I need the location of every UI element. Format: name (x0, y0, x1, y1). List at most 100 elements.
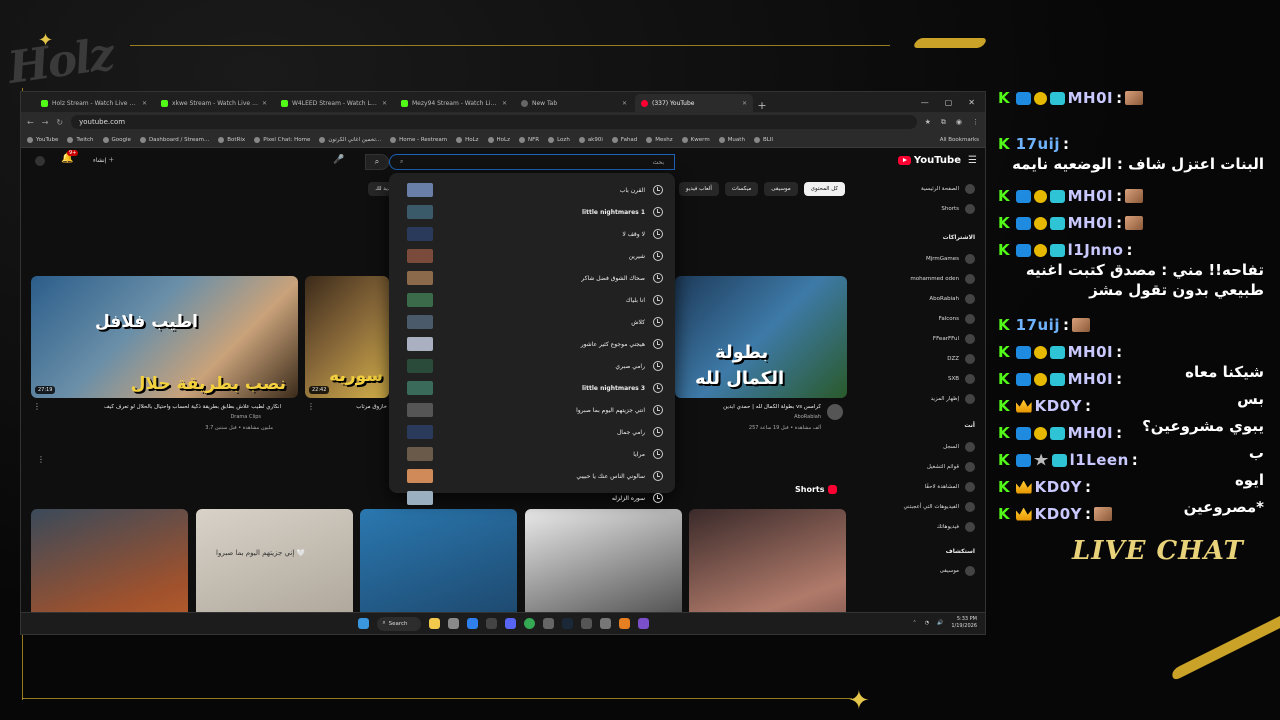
browser-tab[interactable]: (337) YouTube ✕ (635, 94, 753, 112)
sidebar-show-more[interactable]: إظهار المزيد (931, 394, 975, 404)
you-header[interactable]: أنت (964, 422, 975, 429)
sidebar-subscription[interactable]: MjrmGames (926, 254, 975, 264)
search-suggestion[interactable]: little nightmares 1 (389, 201, 675, 223)
store-icon[interactable] (447, 618, 459, 629)
menu-icon[interactable]: ⋮ (972, 118, 979, 127)
chat-username[interactable]: MH0I (1068, 88, 1114, 108)
bookmark-item[interactable]: HoLz (456, 136, 479, 143)
create-button[interactable]: إنشاء ＋ (93, 155, 114, 164)
sidebar-subscription[interactable]: FFearFFul (933, 334, 975, 344)
chat-username[interactable]: MH0I (1068, 213, 1114, 233)
search-suggestion[interactable]: سوره الزلزله (389, 487, 675, 509)
profile-icon[interactable]: ◉ (956, 118, 962, 127)
extensions-icon[interactable]: ⧉ (941, 118, 946, 127)
app-icon[interactable] (485, 618, 497, 629)
video-channel[interactable]: Drama Clips (141, 414, 261, 420)
browser-tab[interactable]: xkwe Stream - Watch Live on Ki ✕ (155, 94, 273, 112)
search-suggestion[interactable]: القرن باب (389, 179, 675, 201)
bookmark-item[interactable]: BotRix (218, 136, 245, 143)
category-chip[interactable]: ألعاب فيديو (678, 182, 719, 196)
bookmark-item[interactable]: تخمين اغاني الكرتون... (319, 136, 381, 143)
chat-username[interactable]: KD0Y (1035, 396, 1082, 416)
app-icon[interactable] (618, 618, 630, 629)
chat-username[interactable]: 17uij (1016, 315, 1060, 335)
search-suggestion[interactable]: little nightmares 3 (389, 377, 675, 399)
sidebar-item[interactable]: الصفحة الرئيسية (921, 184, 975, 194)
search-suggestion[interactable]: شيرين (389, 245, 675, 267)
sidebar-subscription[interactable]: SXB (948, 374, 975, 384)
minimize-icon[interactable]: — (921, 98, 929, 107)
bookmark-item[interactable]: YouTube (27, 136, 58, 143)
bookmark-item[interactable]: Home - Restream (390, 136, 447, 143)
maximize-icon[interactable]: ▢ (945, 98, 953, 107)
tab-close-icon[interactable]: ✕ (622, 100, 627, 107)
sidebar-you-item[interactable]: المشاهدة لاحقًا (925, 482, 975, 492)
all-bookmarks[interactable]: All Bookmarks (940, 137, 979, 143)
chat-username[interactable]: l1Jnno (1068, 240, 1124, 260)
bookmark-item[interactable]: Muath (718, 136, 745, 143)
sidebar-explore-item[interactable]: موسيقى (940, 566, 975, 576)
category-chip[interactable]: موسيقى (764, 182, 798, 196)
bookmark-item[interactable]: Lozh (548, 136, 570, 143)
browser-tab[interactable]: New Tab ✕ (515, 94, 633, 112)
bookmark-item[interactable]: ak90i (578, 136, 603, 143)
chat-username[interactable]: KD0Y (1035, 504, 1082, 524)
more-options-icon[interactable]: ⋮ (33, 402, 41, 411)
browser-tab[interactable]: W4LEED Stream - Watch Live on ✕ (275, 94, 393, 112)
tab-close-icon[interactable]: ✕ (142, 100, 147, 107)
bookmark-item[interactable]: NFR (518, 136, 539, 143)
search-suggestion[interactable]: هيجني موجوع كثير عاشور (389, 333, 675, 355)
bookmark-item[interactable]: Pixel Chat: Home (254, 136, 310, 143)
search-suggestion[interactable]: كلاش (389, 311, 675, 333)
video-thumbnail[interactable]: بطولة الكمال لله (675, 276, 847, 398)
back-icon[interactable]: ← (27, 118, 34, 127)
subscriptions-header[interactable]: الاشتراكات (943, 234, 975, 241)
chat-username[interactable]: MH0I (1068, 423, 1114, 443)
new-tab-button[interactable]: + (755, 99, 769, 112)
account-avatar[interactable] (35, 156, 45, 166)
app-icon[interactable] (580, 618, 592, 629)
sidebar-subscription[interactable]: mohammed oden (910, 274, 975, 284)
file-explorer-icon[interactable] (428, 618, 440, 629)
search-suggestion[interactable]: انتي جزيتهم اليوم بما صبروا (389, 399, 675, 421)
video-thumbnail[interactable]: سوريه 22:42 (305, 276, 389, 398)
bookmark-item[interactable]: Twitch (67, 136, 94, 143)
chat-username[interactable]: KD0Y (1035, 477, 1082, 497)
steam-icon[interactable] (561, 618, 573, 629)
tray-arrow-icon[interactable]: ⌃ (913, 620, 917, 626)
search-suggestion[interactable]: مرايا (389, 443, 675, 465)
sidebar-subscription[interactable]: DZZ (947, 354, 975, 364)
search-suggestion[interactable]: صحاك الشوق فضل شاكر (389, 267, 675, 289)
start-icon[interactable] (357, 618, 369, 629)
youtube-logo[interactable]: YouTube (897, 155, 961, 166)
app-icon[interactable] (637, 618, 649, 629)
chrome-icon[interactable] (523, 618, 535, 629)
video-channel[interactable]: AboRabiah (721, 414, 821, 420)
reload-icon[interactable]: ↻ (56, 118, 63, 127)
taskbar-search[interactable]: ⌕ Search (376, 616, 421, 631)
channel-avatar[interactable] (827, 404, 843, 420)
bookmark-item[interactable]: Dashboard / Stream... (139, 136, 209, 143)
sidebar-subscription[interactable]: AboRabiah (929, 294, 975, 304)
obs-icon[interactable] (542, 618, 554, 629)
video-title[interactable]: انكاري لطيب علاش بطابق بطريقة ذكية لحساب… (61, 404, 281, 410)
chat-username[interactable]: l1Leen (1070, 450, 1129, 470)
search-suggestion[interactable]: سالوني الناس عنك يا حبيبي (389, 465, 675, 487)
guide-menu-icon[interactable]: ☰ (968, 155, 977, 166)
bookmark-item[interactable]: Kwerm (681, 136, 710, 143)
edge-icon[interactable] (466, 618, 478, 629)
chat-username[interactable]: MH0I (1068, 369, 1114, 389)
video-thumbnail[interactable]: اطيب فلافل نصب بطريقة حلال 27:19 (31, 276, 298, 398)
bookmark-star-icon[interactable]: ★ (925, 118, 931, 127)
sidebar-you-item[interactable]: الفيديوهات التي أعجبتني (903, 502, 975, 512)
sidebar-item[interactable]: Shorts (941, 204, 975, 214)
search-button[interactable]: ⌕ (365, 154, 389, 170)
more-options-icon[interactable]: ⋮ (307, 402, 315, 411)
sidebar-you-item[interactable]: السجل (943, 442, 975, 452)
sidebar-you-item[interactable]: فيديوهاتك (937, 522, 975, 532)
forward-icon[interactable]: → (42, 118, 49, 127)
tab-close-icon[interactable]: ✕ (382, 100, 387, 107)
url-input[interactable]: youtube.com (71, 115, 917, 129)
browser-tab[interactable]: Mezy94 Stream - Watch Live on ✕ (395, 94, 513, 112)
search-input[interactable]: ⌕ بحث (389, 154, 675, 170)
